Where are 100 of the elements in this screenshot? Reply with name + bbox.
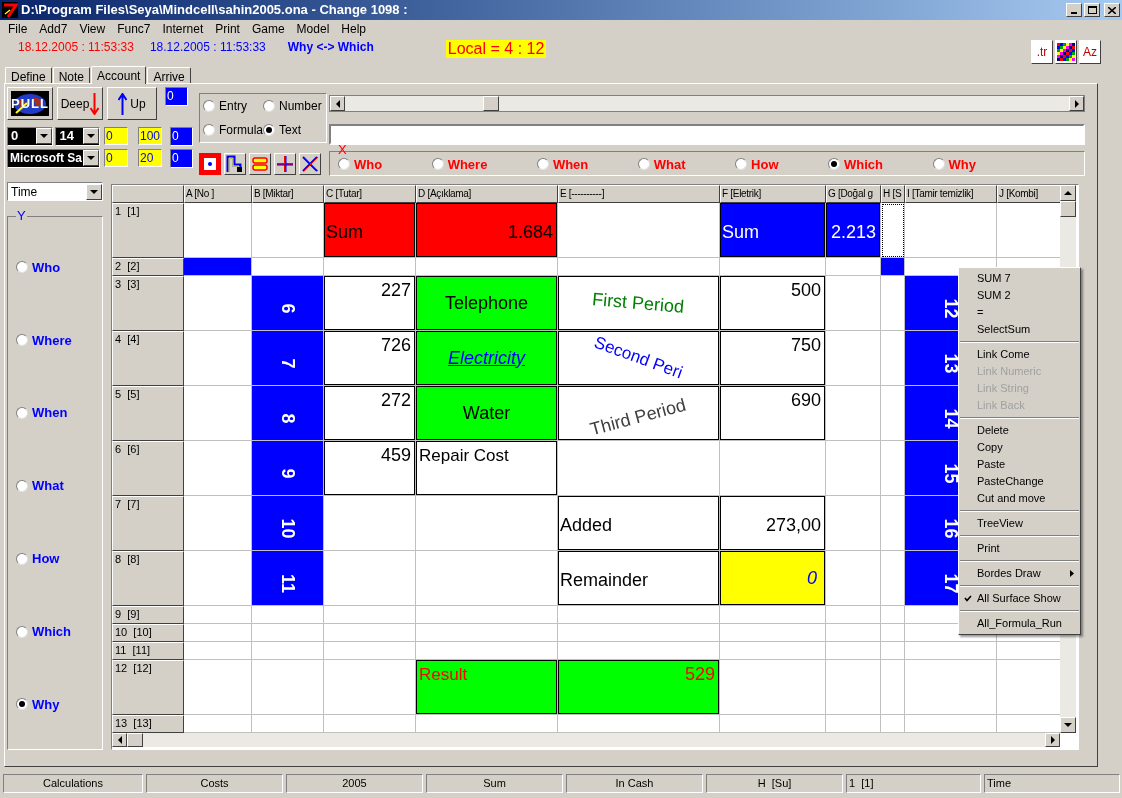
table-cell [184, 331, 252, 386]
check-icon [964, 595, 972, 602]
minimize-button[interactable] [1066, 3, 1082, 17]
row-header[interactable]: 13 [13] [112, 715, 184, 733]
table-cell [252, 660, 324, 715]
size-combo[interactable]: 14 [55, 126, 100, 146]
formula-field[interactable] [329, 124, 1085, 145]
slider-thumb[interactable] [482, 96, 499, 111]
table-cell [826, 551, 881, 606]
down-arrow-icon [90, 92, 100, 115]
status-panel: Time [984, 773, 1120, 793]
row-header[interactable]: 4 [4] [112, 331, 184, 386]
grid-button[interactable] [1055, 40, 1077, 64]
row-header[interactable]: 10 [10] [112, 624, 184, 642]
radio-button[interactable]: Who [16, 257, 61, 278]
dot-tool-icon [201, 155, 219, 173]
color-combo[interactable]: 0 [7, 126, 54, 146]
radio-button[interactable]: Number [263, 97, 325, 115]
tab[interactable]: Note [52, 67, 91, 83]
radio-button[interactable]: Which [16, 621, 71, 642]
counter-field[interactable]: 0 [165, 87, 188, 106]
menu-item[interactable]: Print [209, 19, 246, 38]
menu-item[interactable]: Func7 [111, 19, 157, 38]
horizontal-scrollbar[interactable] [112, 733, 1060, 747]
row-header[interactable]: 11 [11] [112, 642, 184, 660]
menu-item[interactable]: Game [245, 19, 291, 38]
row-header[interactable]: 5 [5] [112, 386, 184, 441]
font-combo[interactable]: Microsoft Sa [7, 148, 100, 168]
row-header[interactable]: 3 [3] [112, 276, 184, 331]
table-cell: 459 [324, 441, 416, 496]
column-header[interactable]: J [Kombi] [997, 185, 1060, 203]
row-header[interactable]: 7 [7] [112, 496, 184, 551]
app-icon [2, 2, 18, 18]
radio-button[interactable]: Formula [203, 121, 263, 139]
row-header[interactable]: 8 [8] [112, 551, 184, 606]
tab[interactable]: Account [91, 66, 147, 84]
row-header[interactable]: 12 [12] [112, 660, 184, 715]
deep-button[interactable]: Deep [57, 87, 103, 120]
table-cell: Telephone [416, 276, 558, 331]
column-header[interactable]: B [Miktar] [252, 185, 324, 203]
column-header[interactable]: C [Tutar] [324, 185, 416, 203]
scroll-thumb[interactable] [1060, 201, 1076, 217]
column-header[interactable]: H [S [881, 185, 905, 203]
radio-button[interactable]: Where [16, 330, 72, 350]
radio-button[interactable]: Entry [203, 97, 263, 115]
table-cell [184, 386, 252, 441]
group-label: Y [16, 209, 27, 223]
row-header[interactable]: 6 [6] [112, 441, 184, 496]
close-button[interactable] [1104, 3, 1120, 17]
tab[interactable]: Arrive [147, 67, 191, 83]
menu-item[interactable]: All_Formula_Run [959, 615, 1080, 632]
counter-field[interactable]: 0 [170, 148, 193, 168]
radio-button[interactable]: When [16, 403, 68, 423]
menu-item[interactable]: Help [335, 19, 372, 38]
table-cell [184, 551, 252, 606]
menu-item[interactable]: Model [290, 19, 336, 38]
column-header[interactable]: G [Doğal g [826, 185, 881, 203]
table-cell [184, 441, 252, 496]
tab[interactable]: Define [5, 67, 52, 83]
status-panel: H [Su] [706, 773, 843, 793]
table-cell: 500 [720, 276, 826, 331]
number-field[interactable]: 0 [104, 127, 128, 145]
maximize-icon [1087, 6, 1097, 14]
radio-button[interactable]: How [16, 549, 60, 569]
number-field[interactable]: 0 [104, 149, 128, 167]
radio-button[interactable]: Text [263, 121, 325, 139]
table-cell [184, 496, 252, 551]
mode-label: Why <-> Which [287, 39, 374, 56]
time-combo[interactable]: Time [7, 182, 103, 201]
scroll-thumb[interactable] [127, 733, 143, 747]
row-header[interactable]: 9 [9] [112, 606, 184, 624]
draw-tool-button[interactable] [199, 153, 221, 175]
row-header[interactable]: 1 [1] [112, 203, 184, 258]
menu-item[interactable]: Add7 [33, 19, 74, 38]
plus-icon [276, 155, 294, 173]
row-header[interactable]: 2 [2] [112, 258, 184, 276]
number-field[interactable]: 100 [138, 127, 162, 145]
table-cell: Result [416, 660, 558, 715]
toolbar-button[interactable]: .tr [1031, 40, 1053, 64]
table-cell [252, 606, 324, 624]
table-cell [826, 624, 881, 642]
toolbar-button[interactable]: Az [1079, 40, 1101, 64]
maximize-button[interactable] [1084, 3, 1100, 17]
number-field[interactable]: 20 [138, 149, 162, 167]
column-header[interactable]: I [Tamir temizlik] [905, 185, 997, 203]
column-header[interactable]: E [----------] [558, 185, 720, 203]
column-header[interactable]: F [Eletrik] [720, 185, 826, 203]
up-button[interactable]: Up [107, 87, 157, 120]
radio-button[interactable]: What [16, 476, 64, 496]
menu-item[interactable]: Internet [156, 19, 210, 38]
table-cell [881, 496, 905, 551]
horizontal-slider[interactable] [329, 95, 1085, 112]
column-header[interactable]: A [No ] [184, 185, 252, 203]
counter-field[interactable]: 0 [170, 126, 193, 146]
menu-item[interactable]: File [2, 19, 34, 38]
column-header[interactable]: D [Açıklama] [416, 185, 558, 203]
table-cell [826, 642, 881, 660]
menu-item[interactable]: View [73, 19, 112, 38]
radio-button[interactable]: Why [16, 694, 60, 715]
table-cell [826, 715, 881, 733]
